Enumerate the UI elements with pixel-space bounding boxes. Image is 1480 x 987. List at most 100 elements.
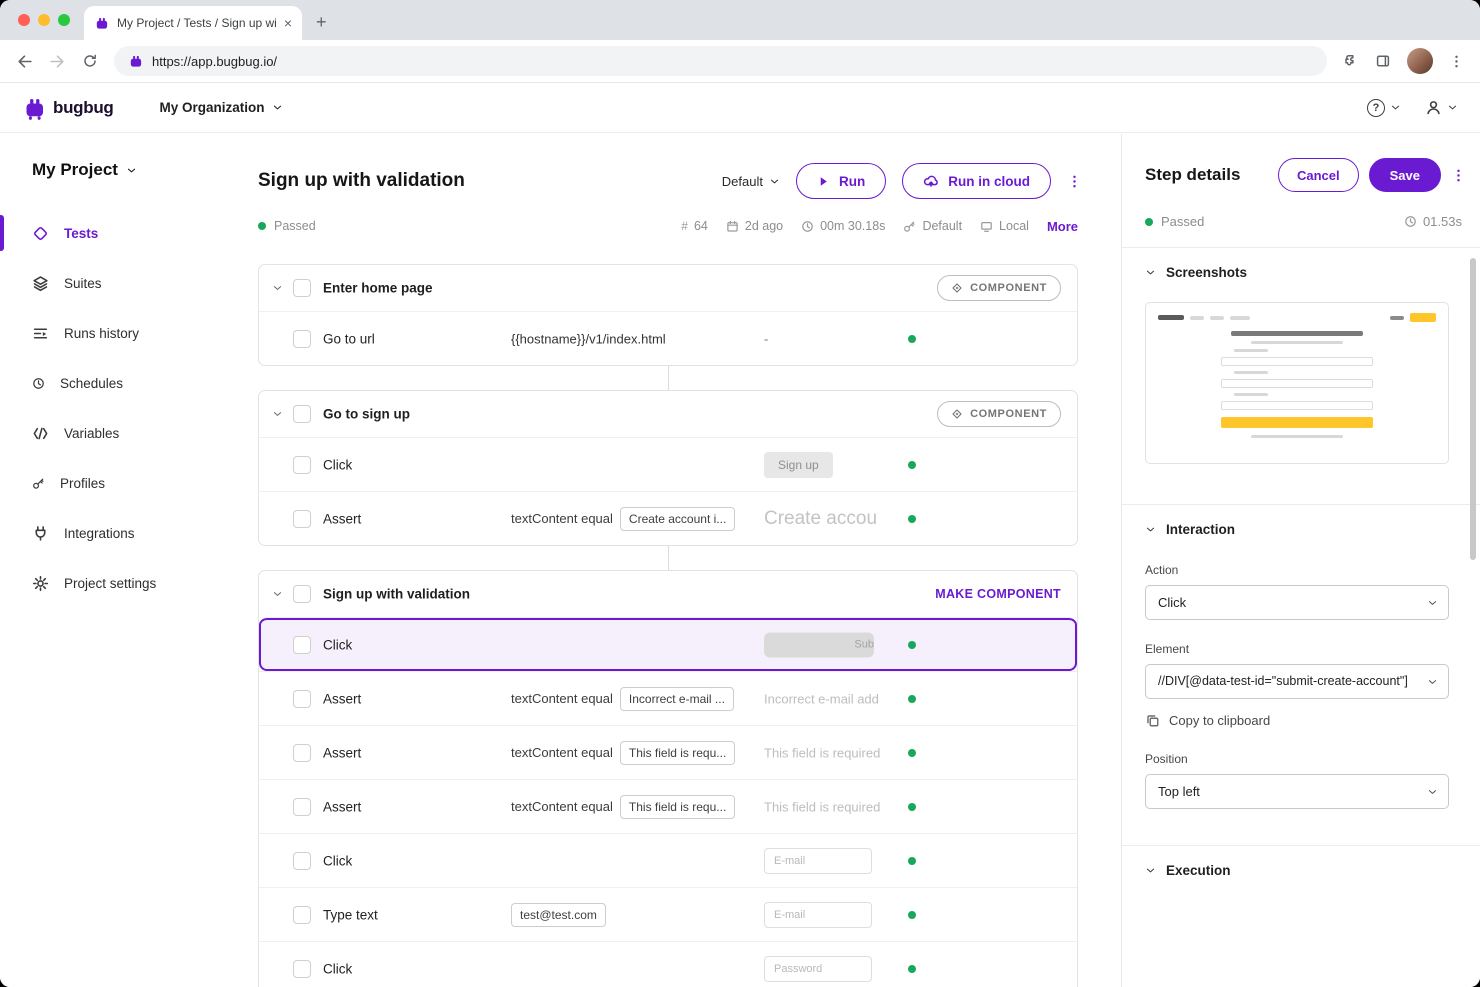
- browser-toolbar: https://app.bugbug.io/: [0, 40, 1480, 83]
- step-checkbox[interactable]: [293, 798, 311, 816]
- group-checkbox[interactable]: [293, 279, 311, 297]
- step-checkbox[interactable]: [293, 456, 311, 474]
- step-value-chip[interactable]: Incorrect e-mail ...: [620, 687, 734, 711]
- browser-tab[interactable]: My Project / Tests / Sign up wit ×: [84, 6, 302, 40]
- collapse-group-icon[interactable]: [272, 409, 283, 420]
- step-checkbox[interactable]: [293, 906, 311, 924]
- step-preview-text: This field is required: [764, 745, 880, 760]
- step-selector-input-preview[interactable]: E-mail: [764, 902, 872, 928]
- step-checkbox[interactable]: [293, 744, 311, 762]
- extensions-icon[interactable]: [1343, 53, 1359, 69]
- organization-name: My Organization: [160, 100, 265, 115]
- reload-icon[interactable]: [82, 53, 98, 69]
- collapse-group-icon[interactable]: [272, 589, 283, 600]
- site-favicon: [128, 54, 143, 69]
- screenshot-thumbnail[interactable]: [1145, 302, 1449, 464]
- step-value-chip[interactable]: This field is requ...: [620, 795, 735, 819]
- step-selector: E-mail: [764, 848, 872, 874]
- step-checkbox[interactable]: [293, 960, 311, 978]
- step-checkbox[interactable]: [293, 690, 311, 708]
- save-button[interactable]: Save: [1369, 158, 1441, 192]
- group-header: Sign up with validationMAKE COMPONENT: [259, 571, 1077, 617]
- cancel-button[interactable]: Cancel: [1278, 158, 1359, 192]
- side-panel-icon[interactable]: [1375, 53, 1391, 69]
- group-checkbox[interactable]: [293, 585, 311, 603]
- step-selector-chip[interactable]: Sign up: [764, 452, 833, 478]
- step-row[interactable]: AsserttextContent equalThis field is req…: [259, 725, 1077, 779]
- step-value-chip[interactable]: Create account i...: [620, 507, 735, 531]
- step-group: Enter home pageCOMPONENTGo to url{{hostn…: [258, 264, 1078, 366]
- window-controls: [18, 0, 70, 40]
- panel-menu-icon[interactable]: [1451, 167, 1466, 184]
- group-checkbox[interactable]: [293, 405, 311, 423]
- more-link[interactable]: More: [1047, 219, 1078, 234]
- step-row[interactable]: ClickSub: [259, 617, 1077, 671]
- sidebar-item-suites[interactable]: Suites: [0, 258, 258, 308]
- screenshots-section-header[interactable]: Screenshots: [1145, 248, 1480, 296]
- group-header-right: MAKE COMPONENT: [935, 585, 1061, 603]
- step-selector: This field is required: [764, 799, 880, 814]
- make-component-link[interactable]: MAKE COMPONENT: [935, 587, 1061, 601]
- step-selector-input-preview[interactable]: E-mail: [764, 848, 872, 874]
- run-in-cloud-button[interactable]: Run in cloud: [902, 163, 1051, 199]
- address-bar[interactable]: https://app.bugbug.io/: [114, 46, 1327, 76]
- run-profile-dropdown[interactable]: Default: [722, 174, 780, 189]
- collapse-group-icon[interactable]: [272, 283, 283, 294]
- position-select[interactable]: Top left: [1145, 774, 1449, 809]
- organization-selector[interactable]: My Organization: [160, 100, 283, 115]
- step-selector-pill[interactable]: Sub: [764, 632, 874, 657]
- sidebar-item-variables[interactable]: Variables: [0, 408, 258, 458]
- test-menu-icon[interactable]: [1067, 173, 1082, 190]
- new-tab-button[interactable]: +: [316, 12, 327, 33]
- step-value: textContent equalIncorrect e-mail ...: [511, 687, 734, 711]
- chevron-down-icon: [126, 165, 137, 176]
- step-selector-input-preview[interactable]: Password: [764, 956, 872, 982]
- step-row[interactable]: ClickPassword: [259, 941, 1077, 987]
- sidebar-item-runs-history[interactable]: Runs history: [0, 308, 258, 358]
- browser-profile-avatar[interactable]: [1407, 48, 1433, 74]
- minimize-window-button[interactable]: [38, 14, 50, 26]
- close-window-button[interactable]: [18, 14, 30, 26]
- browser-menu-icon[interactable]: [1449, 53, 1464, 70]
- step-checkbox[interactable]: [293, 852, 311, 870]
- step-checkbox[interactable]: [293, 636, 311, 654]
- chevron-down-icon: [1390, 102, 1401, 113]
- help-menu[interactable]: ?: [1367, 99, 1401, 117]
- interaction-section-header[interactable]: Interaction: [1145, 505, 1480, 553]
- sidebar-item-profiles[interactable]: Profiles: [0, 458, 258, 508]
- step-row[interactable]: AsserttextContent equalCreate account i.…: [259, 491, 1077, 545]
- sidebar-item-integrations[interactable]: Integrations: [0, 508, 258, 558]
- panel-scrollbar[interactable]: [1470, 258, 1476, 560]
- action-select[interactable]: Click: [1145, 585, 1449, 620]
- sidebar-item-schedules[interactable]: Schedules: [0, 358, 258, 408]
- step-checkbox[interactable]: [293, 510, 311, 528]
- sidebar-item-tests[interactable]: Tests: [0, 208, 258, 258]
- account-menu[interactable]: [1425, 99, 1458, 116]
- run-duration: 00m 30.18s: [801, 219, 885, 233]
- sidebar-item-label: Suites: [64, 276, 102, 291]
- step-value-chip[interactable]: This field is requ...: [620, 741, 735, 765]
- step-checkbox[interactable]: [293, 330, 311, 348]
- step-row[interactable]: Type texttest@test.comE-mail: [259, 887, 1077, 941]
- run-button[interactable]: Run: [796, 163, 886, 199]
- copy-to-clipboard[interactable]: Copy to clipboard: [1145, 713, 1480, 728]
- sidebar-item-project-settings[interactable]: Project settings: [0, 558, 258, 608]
- step-row[interactable]: AsserttextContent equalIncorrect e-mail …: [259, 671, 1077, 725]
- sidebar-item-label: Variables: [64, 426, 119, 441]
- sidebar-item-label: Runs history: [64, 326, 139, 341]
- back-icon[interactable]: [16, 53, 33, 70]
- step-row[interactable]: Go to url{{hostname}}/v1/index.html-: [259, 311, 1077, 365]
- thumbnail-heading: [1231, 331, 1363, 336]
- step-row[interactable]: ClickSign up: [259, 437, 1077, 491]
- project-selector[interactable]: My Project: [0, 134, 258, 180]
- step-selector-text: -: [764, 331, 768, 346]
- execution-section-header[interactable]: Execution: [1145, 846, 1480, 894]
- tab-close-icon[interactable]: ×: [284, 16, 292, 30]
- forward-icon[interactable]: [49, 53, 66, 70]
- element-select[interactable]: //DIV[@data-test-id="submit-create-accou…: [1145, 664, 1449, 699]
- zoom-window-button[interactable]: [58, 14, 70, 26]
- step-value-chip[interactable]: test@test.com: [511, 903, 606, 927]
- bugbug-logo[interactable]: bugbug: [22, 96, 114, 120]
- step-row[interactable]: AsserttextContent equalThis field is req…: [259, 779, 1077, 833]
- step-row[interactable]: ClickE-mail: [259, 833, 1077, 887]
